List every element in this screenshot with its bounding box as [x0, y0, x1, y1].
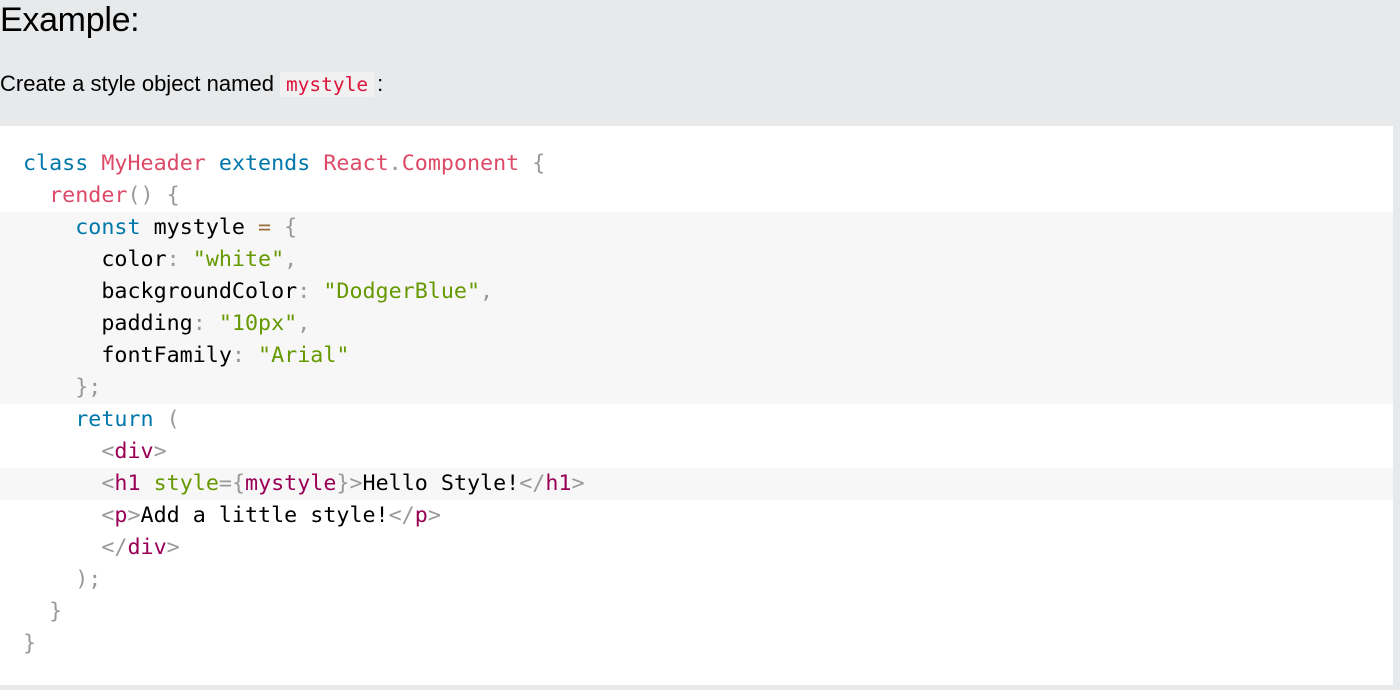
inline-code-mystyle: mystyle [279, 72, 375, 97]
code-line: fontFamily: "Arial" [0, 340, 1393, 372]
code-line-text: render() { [49, 183, 180, 208]
code-line: <div> [0, 436, 1393, 468]
code-line: const mystyle = { [0, 212, 1393, 244]
code-line: return ( [0, 404, 1393, 436]
code-line-text: const mystyle = { [75, 215, 298, 240]
code-line-text: return ( [75, 407, 180, 432]
code-line-text: padding: "10px", [101, 311, 311, 336]
code-line-text: backgroundColor: "DodgerBlue", [101, 279, 494, 304]
code-line: color: "white", [0, 244, 1393, 276]
code-line-text: class MyHeader extends React.Component { [23, 151, 546, 176]
code-line: <p>Add a little style!</p> [0, 500, 1393, 532]
code-line-text: </div> [101, 535, 180, 560]
intro-suffix: : [377, 71, 384, 96]
code-line: } [0, 628, 1393, 660]
code-line-text: } [49, 599, 63, 624]
code-line: class MyHeader extends React.Component { [0, 148, 1393, 180]
code-line-text: <p>Add a little style!</p> [101, 503, 441, 528]
code-line: </div> [0, 532, 1393, 564]
code-line: backgroundColor: "DodgerBlue", [0, 276, 1393, 308]
code-line: padding: "10px", [0, 308, 1393, 340]
intro-paragraph: Create a style object named mystyle: [0, 70, 383, 99]
code-line-text: color: "white", [101, 247, 298, 272]
code-line: render() { [0, 180, 1393, 212]
code-line: <h1 style={mystyle}>Hello Style!</h1> [0, 468, 1393, 500]
code-line-text: ); [75, 567, 102, 592]
intro-text: Create a style object named [0, 71, 274, 96]
code-line-text: } [23, 631, 37, 656]
code-line-text: fontFamily: "Arial" [101, 343, 350, 368]
code-line: } [0, 596, 1393, 628]
code-line-text: <div> [101, 439, 167, 464]
code-line-text: <h1 style={mystyle}>Hello Style!</h1> [101, 471, 585, 496]
code-line-text: }; [75, 375, 102, 400]
code-line: }; [0, 372, 1393, 404]
code-line: ); [0, 564, 1393, 596]
example-heading: Example: [0, 1, 140, 39]
code-example-panel[interactable]: class MyHeader extends React.Component {… [0, 126, 1393, 685]
